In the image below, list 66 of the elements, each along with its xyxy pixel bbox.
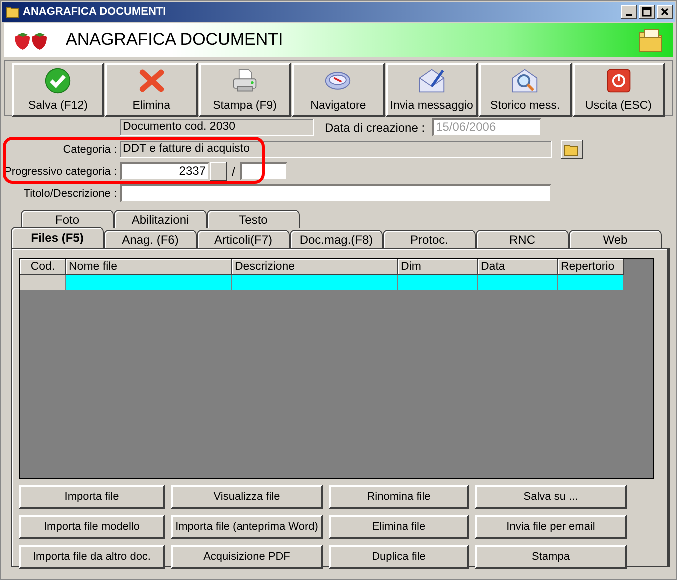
action-button[interactable]: Importa file (anteprima Word) (171, 515, 323, 539)
toolbar-button[interactable]: Uscita (ESC) (572, 63, 665, 117)
tab[interactable]: RNC (476, 230, 569, 248)
column-header[interactable]: Nome file (66, 259, 232, 275)
tab[interactable]: Abilitazioni (114, 210, 207, 228)
close-icon (660, 7, 670, 17)
tab[interactable]: Anag. (F6) (104, 230, 197, 248)
tab[interactable]: Testo (207, 210, 300, 228)
action-button[interactable]: Rinomina file (329, 485, 469, 509)
banner-title: ANAGRAFICA DOCUMENTI (66, 30, 284, 50)
toolbar-button[interactable]: Elimina (105, 63, 198, 117)
power-icon (604, 67, 633, 95)
window-title: ANAGRAFICA DOCUMENTI (23, 6, 168, 18)
title-field[interactable] (120, 184, 552, 203)
cross-icon (138, 67, 166, 95)
table-cell[interactable] (232, 275, 398, 290)
tab[interactable]: Foto (21, 210, 114, 228)
toolbar-button[interactable]: Stampa (F9) (198, 63, 292, 117)
suffix-field[interactable] (240, 162, 288, 181)
column-header[interactable]: Cod. (20, 259, 66, 275)
action-button[interactable]: Invia file per email (475, 515, 627, 539)
folder-icon (6, 5, 20, 19)
action-button[interactable]: Elimina file (329, 515, 469, 539)
column-header[interactable]: Data (478, 259, 558, 275)
close-button[interactable] (657, 5, 673, 19)
separator-text: / (232, 164, 236, 178)
checkmark-icon (44, 67, 72, 95)
field-label: Titolo/Descrizione : (22, 188, 117, 200)
toolbar-button[interactable]: Invia messaggio (386, 63, 478, 117)
action-button[interactable]: Acquisizione PDF (171, 545, 323, 569)
toolbar-button[interactable]: Navigatore (292, 63, 385, 117)
tab[interactable]: Articoli(F7) (197, 230, 290, 248)
tab[interactable]: Files (F5) (11, 227, 104, 248)
action-button[interactable]: Duplica file (329, 545, 469, 569)
minimize-icon (626, 14, 632, 16)
browse-button[interactable] (561, 140, 583, 159)
toolbar-button[interactable]: Salva (F12) (12, 63, 104, 117)
field-label: Data di creazione : (325, 120, 426, 134)
document-code-field: Documento cod. 2030 (120, 119, 314, 136)
table-cell[interactable] (478, 275, 558, 290)
action-button[interactable]: Salva su ... (475, 485, 627, 509)
toolbar-button[interactable]: Storico mess. (479, 63, 572, 117)
action-button[interactable]: Stampa (475, 545, 627, 569)
action-button[interactable]: Importa file modello (19, 515, 165, 539)
tab[interactable]: Doc.mag.(F8) (290, 230, 383, 248)
maximize-icon (642, 7, 652, 17)
action-button[interactable]: Importa file (19, 485, 165, 509)
table-cell[interactable] (398, 275, 478, 290)
minimize-button[interactable] (621, 5, 637, 19)
category-field: DDT e fatture di acquisto (120, 141, 552, 158)
field-label: Categoria : (62, 144, 117, 156)
small-button[interactable] (210, 162, 227, 181)
maximize-button[interactable] (639, 5, 655, 19)
column-header[interactable]: Dim (398, 259, 478, 275)
table-cell[interactable] (66, 275, 232, 290)
table-cell[interactable] (558, 275, 624, 290)
tab[interactable]: Protoc. (383, 230, 476, 248)
column-header[interactable]: Descrizione (232, 259, 398, 275)
action-button[interactable]: Visualizza file (171, 485, 323, 509)
progressive-field[interactable]: 2337 (120, 162, 210, 181)
field-label: Progressivo categoria : (4, 166, 117, 178)
action-button[interactable]: Importa file da altro doc. (19, 545, 165, 569)
column-header[interactable]: Repertorio (558, 259, 624, 275)
envelope-pen-icon (416, 67, 447, 95)
envelope-magnifier-icon (510, 67, 540, 95)
tab[interactable]: Web (569, 230, 662, 248)
